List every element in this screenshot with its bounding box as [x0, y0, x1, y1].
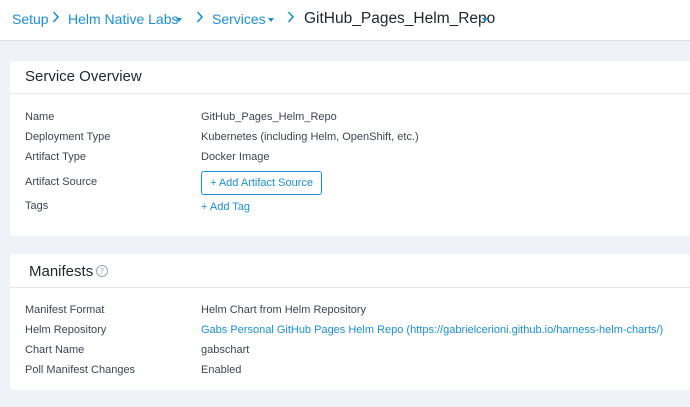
- helm-repository-link[interactable]: Gabs Personal GitHub Pages Helm Repo (ht…: [201, 324, 663, 336]
- poll-manifest-value: Enabled: [201, 364, 242, 376]
- service-overview-card: Service Overview Name GitHub_Pages_Helm_…: [10, 61, 690, 236]
- chevron-right-icon: [196, 11, 204, 23]
- name-label: Name: [25, 111, 55, 123]
- chevron-down-icon[interactable]: [268, 18, 274, 22]
- chevron-right-icon: [52, 11, 60, 23]
- help-circle-icon[interactable]: ?: [96, 265, 108, 277]
- chevron-down-icon[interactable]: [176, 18, 182, 22]
- service-overview-title: Service Overview: [25, 68, 142, 85]
- tags-label: Tags: [25, 200, 49, 212]
- manifest-format-label: Manifest Format: [25, 304, 105, 316]
- breadcrumb-setup[interactable]: Setup: [12, 9, 49, 29]
- artifact-source-label: Artifact Source: [25, 176, 98, 188]
- chart-name-label: Chart Name: [25, 344, 85, 356]
- manifests-header: Manifests ?: [10, 254, 690, 288]
- chevron-down-icon[interactable]: [482, 18, 488, 22]
- name-value: GitHub_Pages_Helm_Repo: [201, 111, 337, 123]
- deployment-type-label: Deployment Type: [25, 131, 111, 143]
- service-overview-header: Service Overview: [10, 61, 690, 94]
- artifact-type-value: Docker Image: [201, 151, 270, 163]
- add-tag-link[interactable]: + Add Tag: [201, 201, 250, 213]
- poll-manifest-label: Poll Manifest Changes: [25, 364, 136, 376]
- artifact-type-label: Artifact Type: [25, 151, 86, 163]
- breadcrumb-services[interactable]: Services: [212, 9, 266, 29]
- deployment-type-value: Kubernetes (including Helm, OpenShift, e…: [201, 131, 419, 143]
- breadcrumb-bar: Setup Helm Native Labs Services GitHub_P…: [0, 0, 690, 41]
- chevron-right-icon: [287, 11, 295, 23]
- add-artifact-source-button[interactable]: + Add Artifact Source: [201, 171, 322, 195]
- breadcrumb-application[interactable]: Helm Native Labs: [68, 9, 179, 29]
- manifests-title: Manifests: [29, 263, 94, 280]
- helm-repository-label: Helm Repository: [25, 324, 107, 336]
- breadcrumb-current-service: GitHub_Pages_Helm_Repo: [304, 10, 496, 27]
- manifests-card: Manifests ? Manifest Format Helm Chart f…: [10, 254, 690, 390]
- manifest-format-value: Helm Chart from Helm Repository: [201, 304, 367, 316]
- chart-name-value: gabschart: [201, 344, 250, 356]
